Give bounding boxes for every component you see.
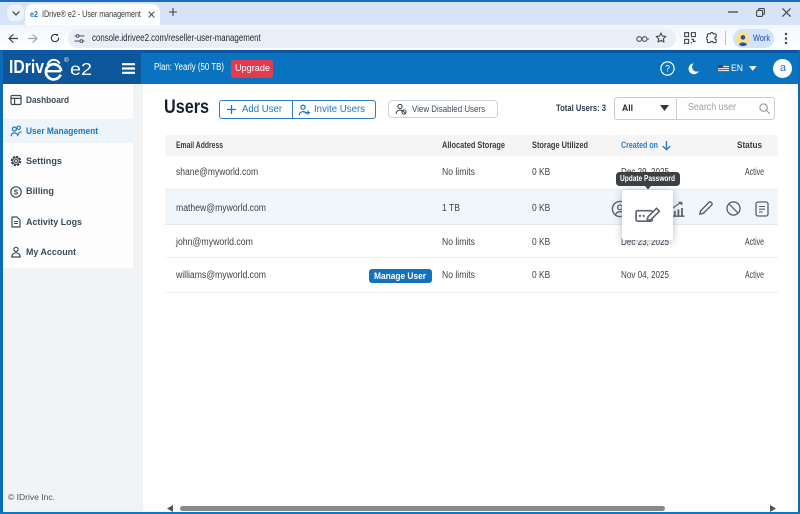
svg-text:$: $ — [14, 187, 19, 196]
svg-text:?: ? — [665, 64, 670, 74]
